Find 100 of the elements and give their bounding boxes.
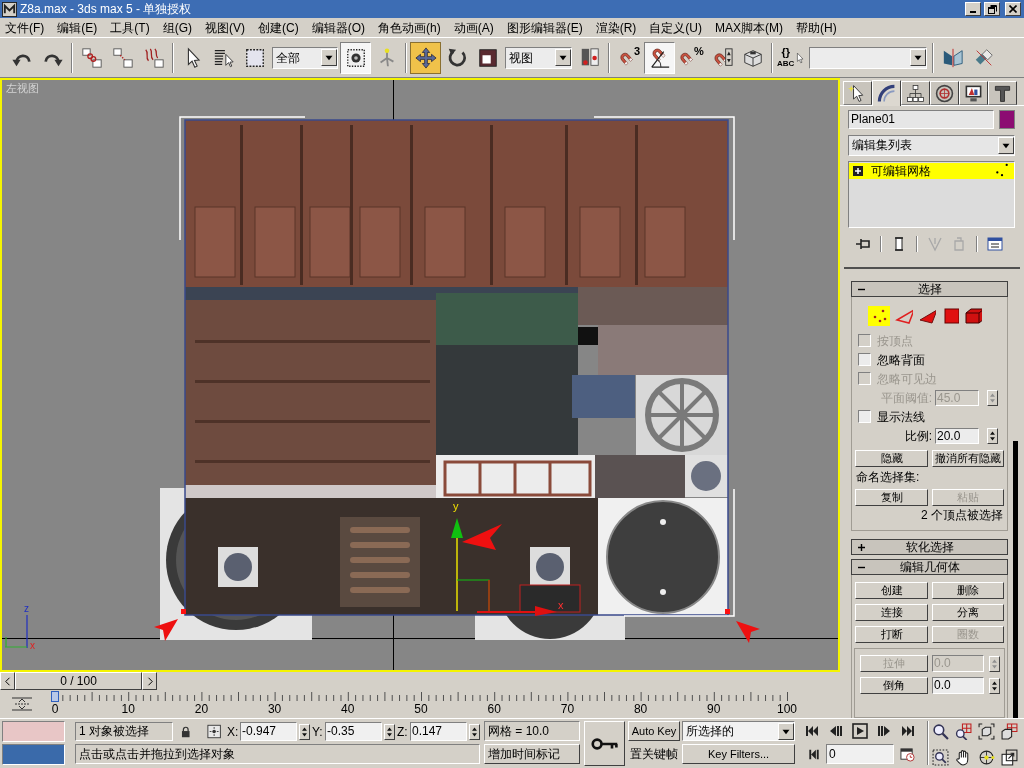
panel-tab[interactable]	[901, 81, 930, 105]
spinner-arrows-icon[interactable]	[384, 723, 395, 740]
scroll-thumb[interactable]	[1013, 441, 1018, 718]
menu-item[interactable]: 文件(F)	[5, 19, 45, 36]
close-button[interactable]	[1005, 2, 1021, 16]
rollout-button[interactable]: 分离	[932, 604, 1004, 621]
frame-marker[interactable]	[51, 691, 59, 702]
lock-icon[interactable]	[181, 725, 191, 738]
play-icon[interactable]	[852, 723, 868, 739]
coordinate-field[interactable]: -0.35	[325, 722, 382, 741]
cube-stack-icon[interactable]	[1001, 723, 1018, 740]
window-title: Z8a.max - 3ds max 5 - 单独授权	[20, 1, 193, 17]
modifier-stack-list[interactable]: 可编辑网格	[848, 160, 1015, 229]
crosshair-box-icon[interactable]	[206, 724, 221, 739]
zoom-region-icon[interactable]	[932, 748, 949, 766]
spinner-field[interactable]: 20.0	[935, 427, 979, 444]
selection-filter-dropdown[interactable]: 全部	[272, 46, 338, 69]
rollout-button[interactable]: 删除	[932, 582, 1004, 599]
stack-item[interactable]: 可编辑网格	[849, 162, 1014, 179]
next-frame-button[interactable]	[142, 672, 157, 690]
coordinate-field[interactable]: 0.147	[410, 722, 467, 741]
menu-item[interactable]: 帮助(H)	[796, 19, 837, 36]
panel-tab[interactable]	[930, 81, 959, 105]
angle-snap-button[interactable]	[644, 41, 675, 74]
named-selection-button[interactable]: {} ABC	[776, 41, 807, 74]
window-list-icon[interactable]	[987, 235, 1003, 252]
auto-key-button[interactable]: Auto Key	[628, 721, 680, 741]
window-crossing-button[interactable]	[340, 41, 371, 74]
script-output-field[interactable]	[2, 744, 65, 765]
spinner-field[interactable]: 0.0	[932, 677, 984, 694]
viewport[interactable]: 左视图 y z x x	[0, 78, 840, 672]
cube-icon[interactable]	[964, 306, 982, 326]
arc-rotate-icon[interactable]	[978, 748, 995, 766]
rollout-header[interactable]: 编辑几何体	[851, 559, 1008, 575]
menu-item[interactable]: 编辑器(O)	[311, 19, 365, 36]
menu-item[interactable]: 创建(C)	[258, 19, 299, 36]
zoom-icon[interactable]	[932, 723, 949, 740]
time-slider-thumb[interactable]: 0 / 100	[15, 672, 142, 690]
spinner-arrows-icon[interactable]	[989, 655, 1000, 672]
menu-item[interactable]: 组(G)	[162, 19, 192, 36]
frame-field[interactable]: 0	[826, 744, 894, 764]
menu-item[interactable]: 编辑(E)	[57, 19, 98, 36]
set-key-mode-button[interactable]	[584, 721, 625, 766]
menu-item[interactable]: 渲染(R)	[595, 19, 637, 36]
rollout-button[interactable]: 倒角	[860, 677, 928, 694]
panel-tab[interactable]	[959, 81, 988, 105]
color-swatch-icon[interactable]	[999, 110, 1015, 129]
spinner-arrows-icon[interactable]	[987, 389, 998, 406]
spinner-arrows-icon[interactable]	[299, 723, 310, 740]
minimize-button[interactable]	[965, 2, 981, 16]
spinner-arrows-icon[interactable]	[469, 723, 480, 740]
panel-tab[interactable]	[872, 80, 901, 106]
vertex-dots-icon[interactable]	[868, 306, 890, 326]
rollout-button[interactable]: 打断	[855, 626, 928, 643]
modifier-list-dropdown[interactable]: 编辑集列表	[848, 135, 1015, 156]
script-input-field[interactable]	[2, 721, 65, 742]
vertex-marker[interactable]	[725, 609, 730, 614]
coordinate-field[interactable]: -0.947	[240, 722, 297, 741]
panel-tab[interactable]	[843, 81, 872, 105]
rollout-button[interactable]: 连接	[855, 604, 928, 621]
key-mode-dropdown[interactable]: 所选择的	[682, 721, 795, 741]
zoom-grid-icon[interactable]	[955, 723, 972, 740]
skip-forward-icon[interactable]	[900, 723, 916, 739]
track-view-icon[interactable]	[10, 696, 34, 712]
restore-button[interactable]	[984, 2, 1000, 16]
rollout-header[interactable]: 选择	[851, 281, 1008, 297]
menu-item[interactable]: 工具(T)	[110, 19, 150, 36]
rollout-header[interactable]: 软化选择	[851, 539, 1008, 555]
rollout-button[interactable]: 复制	[855, 489, 928, 506]
percent-snap-button[interactable]: %	[675, 41, 706, 74]
maximize-icon[interactable]	[1001, 748, 1018, 766]
rollout-button[interactable]: 创建	[855, 582, 928, 599]
clock-window-icon[interactable]	[900, 746, 915, 762]
rollout-button[interactable]: 撤消所有隐藏	[932, 450, 1004, 467]
option-checkbox[interactable]: 忽略背面	[852, 350, 925, 369]
skip-back-icon[interactable]	[804, 723, 820, 739]
add-time-tag-button[interactable]: 增加时间标记	[484, 744, 580, 764]
named-selection-dropdown[interactable]	[809, 46, 927, 69]
snap-button[interactable]: 3	[613, 41, 644, 74]
rollout-button[interactable]: 隐藏	[855, 450, 928, 467]
key-filters-button[interactable]: Key Filters...	[682, 744, 795, 764]
step-forward-icon[interactable]	[876, 723, 892, 739]
panel-tab[interactable]	[988, 81, 1017, 105]
object-name-field[interactable]: Plane01	[848, 110, 994, 129]
selection-count-field: 1 对象被选择	[75, 722, 174, 741]
menu-item[interactable]: MAX脚本(M)	[715, 19, 783, 36]
menu-item[interactable]: 自定义(U)	[649, 19, 702, 36]
menu-item[interactable]: 视图(V)	[205, 19, 245, 36]
menu-item[interactable]: 角色动画(h)	[378, 19, 441, 36]
move-button[interactable]	[410, 41, 441, 74]
previous-frame-button[interactable]	[0, 672, 15, 690]
menu-item[interactable]: 图形编辑器(E)	[506, 19, 583, 36]
spinner-arrows-icon[interactable]	[989, 677, 1000, 694]
coordinate-system-dropdown[interactable]: 视图	[505, 46, 572, 69]
step-back-icon[interactable]	[828, 723, 844, 739]
menu-item[interactable]: 动画(A)	[453, 19, 494, 36]
cube-brackets-icon[interactable]	[978, 723, 995, 740]
option-checkbox[interactable]: 显示法线	[852, 407, 925, 426]
vertex-marker[interactable]	[181, 609, 186, 614]
spinner-arrows-icon[interactable]	[987, 427, 998, 444]
